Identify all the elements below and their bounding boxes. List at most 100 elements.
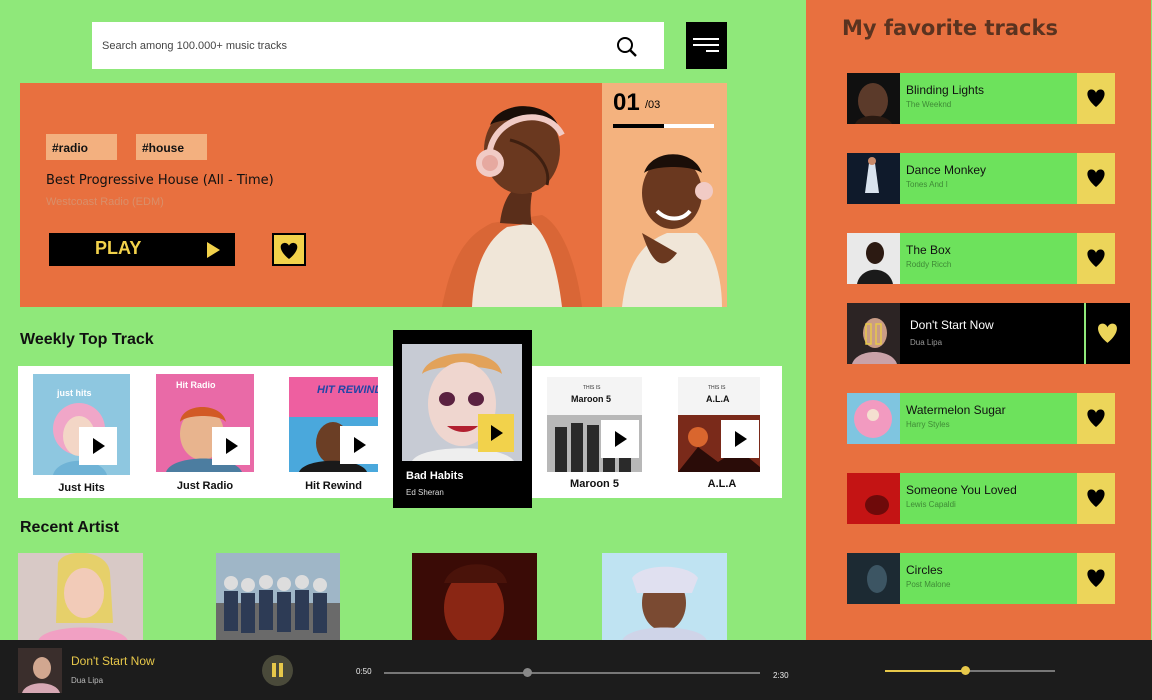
play-icon[interactable] xyxy=(340,426,378,464)
volume-slider[interactable] xyxy=(885,666,1055,675)
slide-progress xyxy=(613,124,714,128)
search-icon[interactable] xyxy=(616,36,638,58)
unfavorite-button[interactable] xyxy=(1077,553,1115,604)
favorite-item[interactable]: The Box Roddy Ricch xyxy=(847,233,1115,284)
duration-time: 2:30 xyxy=(773,671,789,680)
weekly-top-title: Weekly Top Track xyxy=(20,331,154,348)
track-artist: Dua Lipa xyxy=(910,338,943,347)
featured-track-card[interactable]: Bad Habits Ed Sheran xyxy=(393,330,532,508)
favorite-button[interactable] xyxy=(272,233,306,266)
cover-text: Hit Radio xyxy=(176,380,216,390)
track-artist: Tones And I xyxy=(906,180,948,189)
hero-slider-panel[interactable]: 01 /03 xyxy=(602,83,727,307)
volume-fill xyxy=(885,670,965,672)
unfavorite-button[interactable] xyxy=(1077,233,1115,284)
unfavorite-button[interactable] xyxy=(1077,473,1115,524)
pause-button[interactable] xyxy=(262,655,293,686)
unfavorite-button[interactable] xyxy=(1077,73,1115,124)
track-card-just-hits[interactable]: just hits Just Hits xyxy=(33,374,130,498)
track-card-just-radio[interactable]: Hit Radio Just Radio xyxy=(156,374,254,498)
heart-icon xyxy=(1087,409,1105,427)
track-thumbnail xyxy=(847,553,900,604)
cover-text: THIS IS xyxy=(708,385,726,391)
track-name: Circles xyxy=(906,563,943,577)
volume-handle[interactable] xyxy=(960,666,970,675)
now-playing-artist: Dua Lipa xyxy=(71,676,104,685)
slide-preview-image xyxy=(622,154,722,307)
track-name: Blinding Lights xyxy=(906,83,985,97)
menu-icon-line xyxy=(706,50,719,52)
play-icon[interactable] xyxy=(212,427,250,465)
slide-progress-fill xyxy=(613,124,664,128)
search-input[interactable] xyxy=(92,22,612,69)
recent-artist-card[interactable] xyxy=(602,553,727,641)
tag-radio[interactable]: #radio xyxy=(46,134,117,160)
hero-artist-image xyxy=(442,106,582,307)
recent-artist-card[interactable] xyxy=(18,553,143,641)
menu-button[interactable] xyxy=(686,22,727,69)
track-label: A.L.A xyxy=(707,478,737,490)
artist-image xyxy=(18,553,143,641)
elapsed-time: 0:50 xyxy=(356,667,372,676)
pause-icon-bar xyxy=(279,663,283,677)
artist-image xyxy=(412,553,537,641)
unfavorite-button[interactable] xyxy=(1077,393,1115,444)
track-card-ala[interactable]: THIS IS A.L.A A.L.A xyxy=(678,377,766,495)
recent-artist-card[interactable] xyxy=(412,553,537,641)
favorite-item[interactable]: Watermelon Sugar Harry Styles xyxy=(847,393,1115,444)
favorite-item[interactable]: Someone You Loved Lewis Capaldi xyxy=(847,473,1115,524)
heart-icon xyxy=(1087,489,1105,507)
artist-image xyxy=(216,553,340,641)
favorite-item[interactable]: Dance Monkey Tones And I xyxy=(847,153,1115,204)
favorite-item[interactable]: Circles Post Malone xyxy=(847,553,1115,604)
recent-artist-title: Recent Artist xyxy=(20,519,119,536)
hero-title: Best Progressive House (All - Time) xyxy=(46,173,274,188)
play-icon xyxy=(207,242,220,258)
play-button[interactable]: PLAY xyxy=(49,233,235,266)
play-icon[interactable] xyxy=(601,420,639,458)
favorite-item-playing[interactable]: Don't Start Now Dua Lipa xyxy=(847,303,1130,364)
track-artist: Lewis Capaldi xyxy=(906,500,956,509)
favorite-item[interactable]: Blinding Lights The Weeknd xyxy=(847,73,1115,124)
unfavorite-button[interactable] xyxy=(1077,153,1115,204)
artist-image xyxy=(602,553,727,641)
track-card-hit-rewind[interactable]: HIT REWIND Hit Rewind xyxy=(289,377,378,498)
menu-icon-line xyxy=(693,44,719,46)
recent-artist-card[interactable] xyxy=(216,553,340,641)
tag-house[interactable]: #house xyxy=(136,134,207,160)
unfavorite-button[interactable] xyxy=(1086,303,1130,364)
track-label: Just Hits xyxy=(58,482,105,494)
play-icon[interactable] xyxy=(721,420,759,458)
favorites-title: My favorite tracks xyxy=(842,16,1058,40)
play-label: PLAY xyxy=(95,238,142,258)
seek-bar[interactable] xyxy=(384,668,760,677)
seek-handle[interactable] xyxy=(522,668,532,677)
heart-icon xyxy=(1098,323,1117,343)
track-artist: The Weeknd xyxy=(906,100,952,109)
cover-text: HIT REWIND xyxy=(317,384,378,396)
track-name: Watermelon Sugar xyxy=(906,403,1006,417)
heart-icon xyxy=(1087,569,1105,587)
play-icon[interactable] xyxy=(79,427,117,465)
cover-text: just hits xyxy=(56,388,92,398)
track-artist: Post Malone xyxy=(906,580,951,589)
search-bar xyxy=(92,22,664,69)
play-icon[interactable] xyxy=(478,414,514,452)
featured-track-name: Bad Habits xyxy=(406,470,464,482)
menu-icon xyxy=(693,38,719,40)
hero-banner: #radio #house Best Progressive House (Al… xyxy=(20,83,602,307)
now-playing-title: Don't Start Now xyxy=(71,654,155,668)
cover-text: A.L.A xyxy=(706,394,730,404)
track-label: Just Radio xyxy=(176,480,234,492)
track-thumbnail xyxy=(847,393,900,444)
player-bar: Don't Start Now Dua Lipa 0:50 2:30 xyxy=(0,640,1152,700)
pause-icon[interactable] xyxy=(864,323,884,345)
heart-icon xyxy=(1087,89,1105,107)
heart-icon xyxy=(280,242,298,259)
slide-number: 01 xyxy=(613,89,640,116)
track-label: Hit Rewind xyxy=(305,480,362,492)
pause-icon xyxy=(272,663,276,677)
heart-icon xyxy=(1087,169,1105,187)
track-thumbnail xyxy=(847,153,900,204)
track-card-maroon-5[interactable]: THIS IS Maroon 5 Maroon 5 xyxy=(547,377,642,495)
